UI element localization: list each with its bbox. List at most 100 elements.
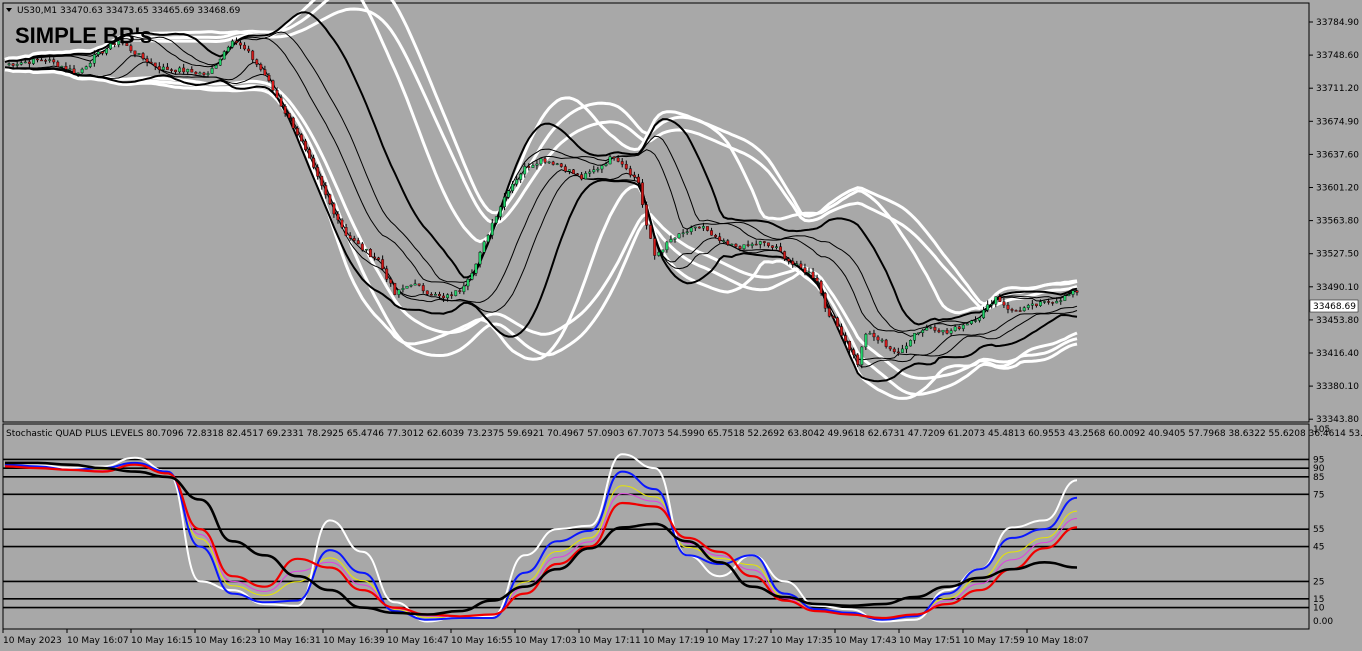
bear-candle xyxy=(746,244,750,246)
bull-candle xyxy=(105,48,108,54)
bear-candle xyxy=(389,279,393,284)
bull-candle xyxy=(742,244,746,250)
bull-candle xyxy=(68,68,72,71)
bull-candle xyxy=(1067,294,1071,296)
price-tick-label: 33748.60 xyxy=(1316,51,1359,61)
bear-candle xyxy=(726,240,730,245)
bear-candle xyxy=(194,71,198,75)
bear-candle xyxy=(377,257,380,260)
bear-candle xyxy=(27,61,31,64)
bear-candle xyxy=(190,69,194,73)
bear-candle xyxy=(283,106,287,114)
bull-candle xyxy=(137,53,141,55)
bear-candle xyxy=(393,283,397,295)
bear-candle xyxy=(287,113,291,119)
bull-candle xyxy=(466,279,470,287)
price-tick-label: 33527.50 xyxy=(1316,250,1359,260)
indicator-bottom-value: 0.00 xyxy=(1313,617,1333,627)
bear-candle xyxy=(876,336,880,341)
bear-candle xyxy=(369,249,372,258)
bull-candle xyxy=(15,64,19,66)
level-label: 55 xyxy=(1313,525,1324,535)
bear-candle xyxy=(304,140,307,150)
bear-candle xyxy=(754,243,758,246)
bull-candle xyxy=(990,303,994,306)
bear-candle xyxy=(957,326,961,329)
bear-candle xyxy=(783,251,787,260)
bear-candle xyxy=(1018,310,1022,312)
bear-candle xyxy=(300,134,303,142)
bear-candle xyxy=(616,157,620,162)
bull-candle xyxy=(608,156,612,165)
bear-candle xyxy=(239,42,242,46)
bull-candle xyxy=(478,252,482,265)
bear-candle xyxy=(831,316,835,319)
time-tick-label: 10 May 2023 xyxy=(3,636,62,646)
bear-candle xyxy=(149,61,153,64)
bull-candle xyxy=(807,271,811,274)
bull-candle xyxy=(982,309,986,319)
bull-candle xyxy=(214,65,218,69)
bull-candle xyxy=(230,40,234,48)
bear-candle xyxy=(710,230,713,236)
bear-candle xyxy=(421,285,425,292)
bull-candle xyxy=(994,296,998,305)
price-tick-label: 33563.80 xyxy=(1316,217,1359,227)
time-tick-label: 10 May 16:31 xyxy=(259,636,321,646)
bull-candle xyxy=(222,51,226,60)
bear-candle xyxy=(275,89,279,98)
price-tick-label: 33711.20 xyxy=(1316,84,1359,94)
time-tick-label: 10 May 16:39 xyxy=(323,636,385,646)
bull-candle xyxy=(669,239,673,243)
bull-candle xyxy=(929,326,933,329)
current-price-label: 33468.69 xyxy=(1313,302,1356,312)
bull-candle xyxy=(401,288,405,290)
time-tick-label: 10 May 18:07 xyxy=(1027,636,1089,646)
bull-candle xyxy=(592,169,596,173)
bull-candle xyxy=(681,232,685,234)
bear-candle xyxy=(576,173,579,175)
bull-candle xyxy=(32,58,35,64)
bull-candle xyxy=(1071,290,1075,295)
bull-candle xyxy=(864,333,868,348)
time-tick-label: 10 May 16:23 xyxy=(195,636,257,646)
bull-candle xyxy=(397,289,401,295)
price-tick-label: 33416.40 xyxy=(1316,349,1359,359)
bear-candle xyxy=(649,225,653,239)
symbol-header: US30,M1 33470.63 33473.65 33465.69 33468… xyxy=(17,6,241,16)
bull-candle xyxy=(917,332,921,334)
bear-candle xyxy=(815,277,819,282)
bear-candle xyxy=(40,59,43,62)
bull-candle xyxy=(454,290,458,296)
bear-candle xyxy=(527,166,531,168)
bear-candle xyxy=(896,351,900,354)
bear-candle xyxy=(844,335,847,342)
level-label: 25 xyxy=(1313,577,1324,587)
time-tick-label: 10 May 16:07 xyxy=(67,636,129,646)
time-tick-label: 10 May 17:19 xyxy=(643,636,705,646)
bull-candle xyxy=(961,324,965,329)
time-tick-label: 10 May 17:27 xyxy=(707,636,769,646)
bull-candle xyxy=(409,284,413,287)
bear-candle xyxy=(645,204,648,226)
bull-candle xyxy=(604,163,608,166)
time-tick-label: 10 May 17:11 xyxy=(579,636,641,646)
bear-candle xyxy=(836,317,839,327)
bull-candle xyxy=(673,237,677,240)
bear-candle xyxy=(888,346,892,350)
price-tick-label: 33343.80 xyxy=(1316,415,1359,425)
level-label: 45 xyxy=(1313,543,1324,553)
bear-candle xyxy=(141,53,145,59)
bear-candle xyxy=(450,294,454,296)
bull-candle xyxy=(1055,301,1059,304)
bull-candle xyxy=(494,216,498,224)
bear-candle xyxy=(1075,290,1079,293)
bear-candle xyxy=(580,174,584,180)
bear-candle xyxy=(44,60,48,62)
bear-candle xyxy=(856,354,860,365)
chart-window[interactable]: US30,M1 33470.63 33473.65 33465.69 33468… xyxy=(0,0,1362,651)
bull-candle xyxy=(48,59,52,61)
time-tick-label: 10 May 17:51 xyxy=(899,636,961,646)
bear-candle xyxy=(251,50,255,60)
bull-candle xyxy=(7,63,11,65)
